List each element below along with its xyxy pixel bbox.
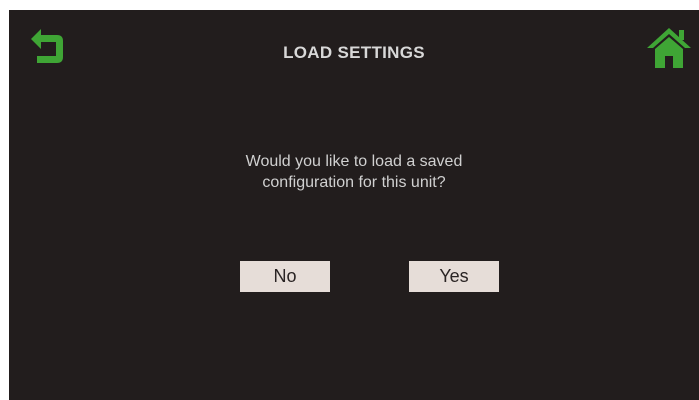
load-settings-screen: LOAD SETTINGS Would you like to load a s… bbox=[9, 10, 699, 400]
message-line-2: configuration for this unit? bbox=[262, 174, 446, 191]
home-button[interactable] bbox=[645, 26, 693, 70]
confirmation-message: Would you like to load a saved configura… bbox=[189, 151, 519, 193]
page-title: LOAD SETTINGS bbox=[283, 43, 425, 62]
message-line-1: Would you like to load a saved bbox=[245, 153, 463, 170]
yes-button[interactable]: Yes bbox=[409, 261, 499, 292]
no-button[interactable]: No bbox=[240, 261, 330, 292]
home-icon bbox=[647, 28, 691, 68]
